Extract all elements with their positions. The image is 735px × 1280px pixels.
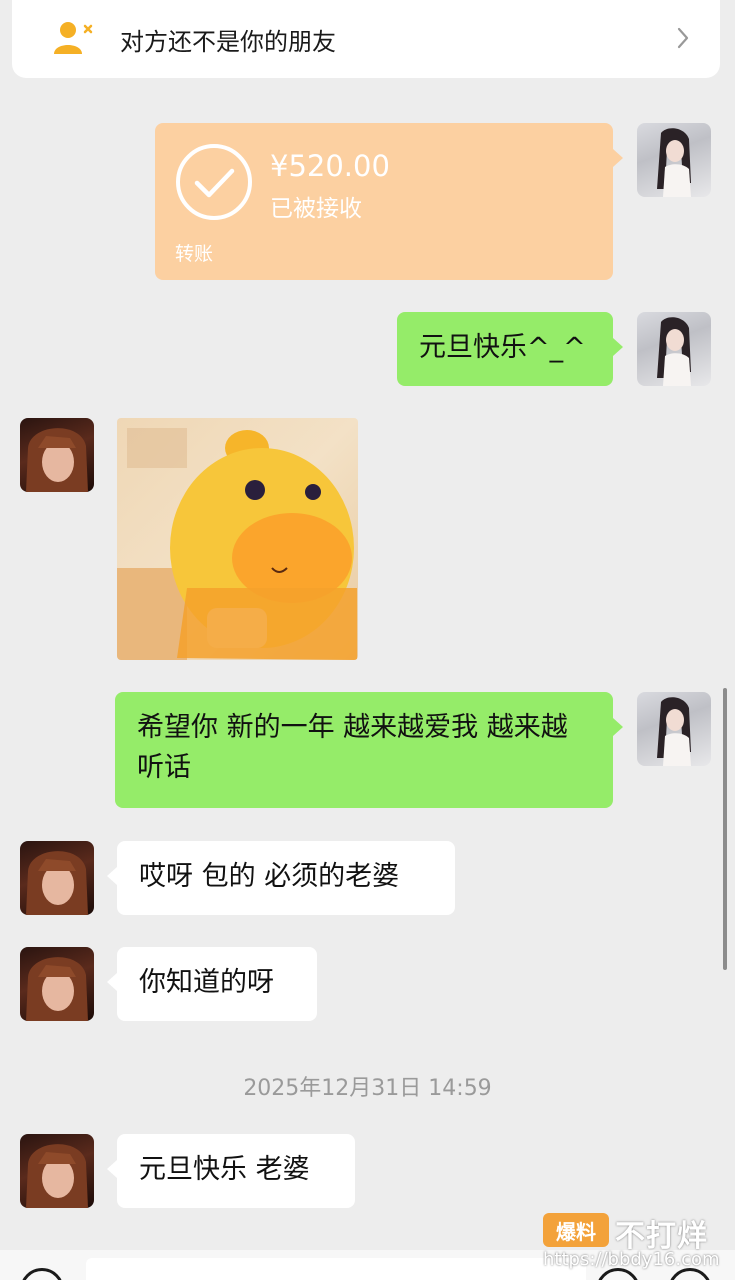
- message-bubble-other[interactable]: 元旦快乐 老婆: [107, 1134, 355, 1208]
- avatar-self-image: [657, 697, 691, 766]
- avatar-other-image: [26, 428, 88, 492]
- message-input[interactable]: [86, 1258, 586, 1280]
- message-bubble-self[interactable]: 希望你 新的一年 越来越爱我 越来越听话: [115, 692, 623, 808]
- avatar-self[interactable]: [637, 692, 711, 766]
- avatar-self[interactable]: [637, 312, 711, 386]
- not-friend-banner[interactable]: 对方还不是你的朋友: [12, 0, 720, 78]
- duck-sticker-illustration: [117, 428, 357, 660]
- scrollbar[interactable]: [723, 688, 727, 970]
- avatar-self-image: [657, 128, 691, 197]
- message-text: 你知道的呀: [139, 967, 274, 998]
- transfer-amount: ¥520.00: [270, 149, 390, 183]
- chevron-right-icon: [677, 27, 689, 49]
- message-text: 希望你 新的一年 越来越爱我 越来越听话: [137, 712, 568, 783]
- chat-timestamp: 2025年12月31日 14:59: [243, 1076, 492, 1101]
- watermark-badge: 爆料: [543, 1213, 609, 1247]
- avatar-other-image: [26, 1144, 88, 1208]
- message-bubble-self[interactable]: 元旦快乐^_^: [397, 312, 623, 386]
- message-text: 哎呀 包的 必须的老婆: [139, 861, 400, 892]
- message-text: 元旦快乐^_^: [419, 332, 586, 363]
- message-bubble-other[interactable]: 你知道的呀: [107, 947, 317, 1021]
- banner-text: 对方还不是你的朋友: [120, 28, 336, 56]
- avatar-other[interactable]: [20, 418, 94, 492]
- avatar-other[interactable]: [20, 841, 94, 915]
- add-friend-icon: [54, 22, 93, 54]
- avatar-other-image: [26, 851, 88, 915]
- watermark: 爆料 不打烊 https://bbdy16.com: [543, 1213, 723, 1273]
- message-bubble-other[interactable]: 哎呀 包的 必须的老婆: [107, 841, 455, 915]
- avatar-other-image: [26, 957, 88, 1021]
- avatar-self[interactable]: [637, 123, 711, 197]
- check-circle-icon: [176, 144, 252, 220]
- sticker-image[interactable]: [117, 418, 358, 660]
- transfer-card[interactable]: ¥520.00 已被接收 转账: [155, 123, 623, 280]
- transfer-status: 已被接收: [270, 196, 362, 222]
- message-text: 元旦快乐 老婆: [139, 1154, 310, 1185]
- avatar-other[interactable]: [20, 947, 94, 1021]
- avatar-self-image: [657, 317, 691, 386]
- transfer-label: 转账: [175, 243, 214, 265]
- avatar-other[interactable]: [20, 1134, 94, 1208]
- watermark-url: https://bbdy16.com: [543, 1249, 720, 1270]
